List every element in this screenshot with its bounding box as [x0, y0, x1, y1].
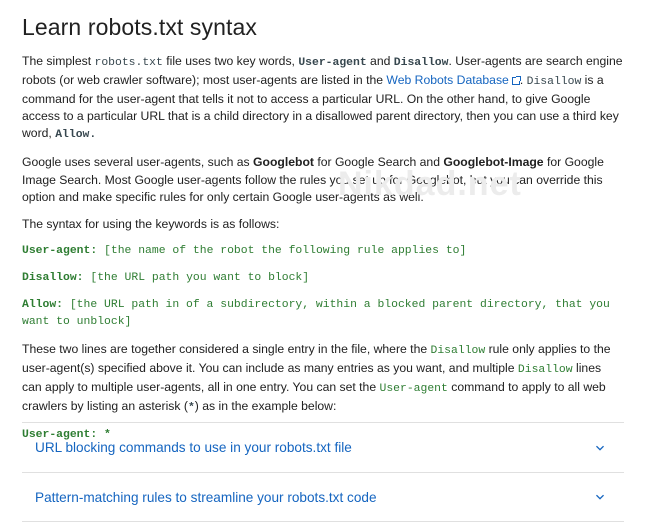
accordion-title: Pattern-matching rules to streamline you…	[35, 489, 377, 505]
code-user-agent: User-agent	[298, 57, 367, 69]
chevron-down-icon	[596, 494, 604, 500]
chevron-down-icon	[596, 445, 604, 451]
syntax-line-allow: Allow: [the URL path in of a subdirector…	[22, 297, 624, 331]
accordion-title: URL blocking commands to use in your rob…	[35, 440, 352, 455]
intro-paragraph: The simplest robots.txt file uses two ke…	[22, 53, 624, 144]
text: .	[519, 73, 527, 88]
entries-paragraph: These two lines are together considered …	[22, 341, 624, 417]
code-robots-txt: robots.txt	[94, 57, 163, 69]
text: ) as in the example below:	[194, 399, 337, 414]
text: These two lines are together considered …	[22, 341, 431, 356]
text: Google uses several user-agents, such as	[22, 155, 254, 170]
syntax-line-disallow: Disallow: [the URL path you want to bloc…	[22, 270, 624, 287]
syntax-value: [the URL path you want to block]	[83, 271, 310, 284]
accordion-pattern-matching[interactable]: Pattern-matching rules to streamline you…	[22, 472, 624, 522]
googlebot-paragraph: Google uses several user-agents, such as…	[22, 154, 624, 205]
googlebot-bold: Googlebot	[253, 155, 314, 170]
external-link-icon	[511, 76, 521, 86]
syntax-key: Allow:	[22, 298, 64, 311]
syntax-value: [the name of the robot the following rul…	[97, 244, 467, 257]
accordion-url-blocking[interactable]: URL blocking commands to use in your rob…	[22, 422, 624, 472]
text: The simplest	[22, 54, 95, 68]
code-disallow-3: Disallow	[430, 344, 486, 357]
code-disallow-4: Disallow	[517, 363, 573, 376]
code-disallow-2: Disallow	[526, 76, 582, 89]
text: file uses two key words,	[162, 54, 299, 68]
text: and	[366, 54, 394, 68]
syntax-intro: The syntax for using the keywords is as …	[22, 216, 280, 231]
link-label: Web Robots Database	[386, 73, 509, 88]
code-allow: Allow.	[55, 129, 97, 142]
page-title: Learn robots.txt syntax	[22, 14, 257, 40]
syntax-value: [the URL path in of a subdirectory, with…	[22, 298, 610, 328]
code-user-agent-2: User-agent	[379, 383, 448, 396]
web-robots-database-link[interactable]: Web Robots Database	[386, 73, 521, 88]
syntax-line-user-agent: User-agent: [the name of the robot the f…	[22, 243, 624, 260]
code-asterisk: *	[187, 402, 195, 415]
syntax-key: Disallow:	[22, 271, 84, 284]
syntax-key: User-agent:	[22, 244, 98, 257]
code-disallow: Disallow	[393, 57, 449, 69]
watermark: Nikdad.net	[338, 165, 522, 203]
